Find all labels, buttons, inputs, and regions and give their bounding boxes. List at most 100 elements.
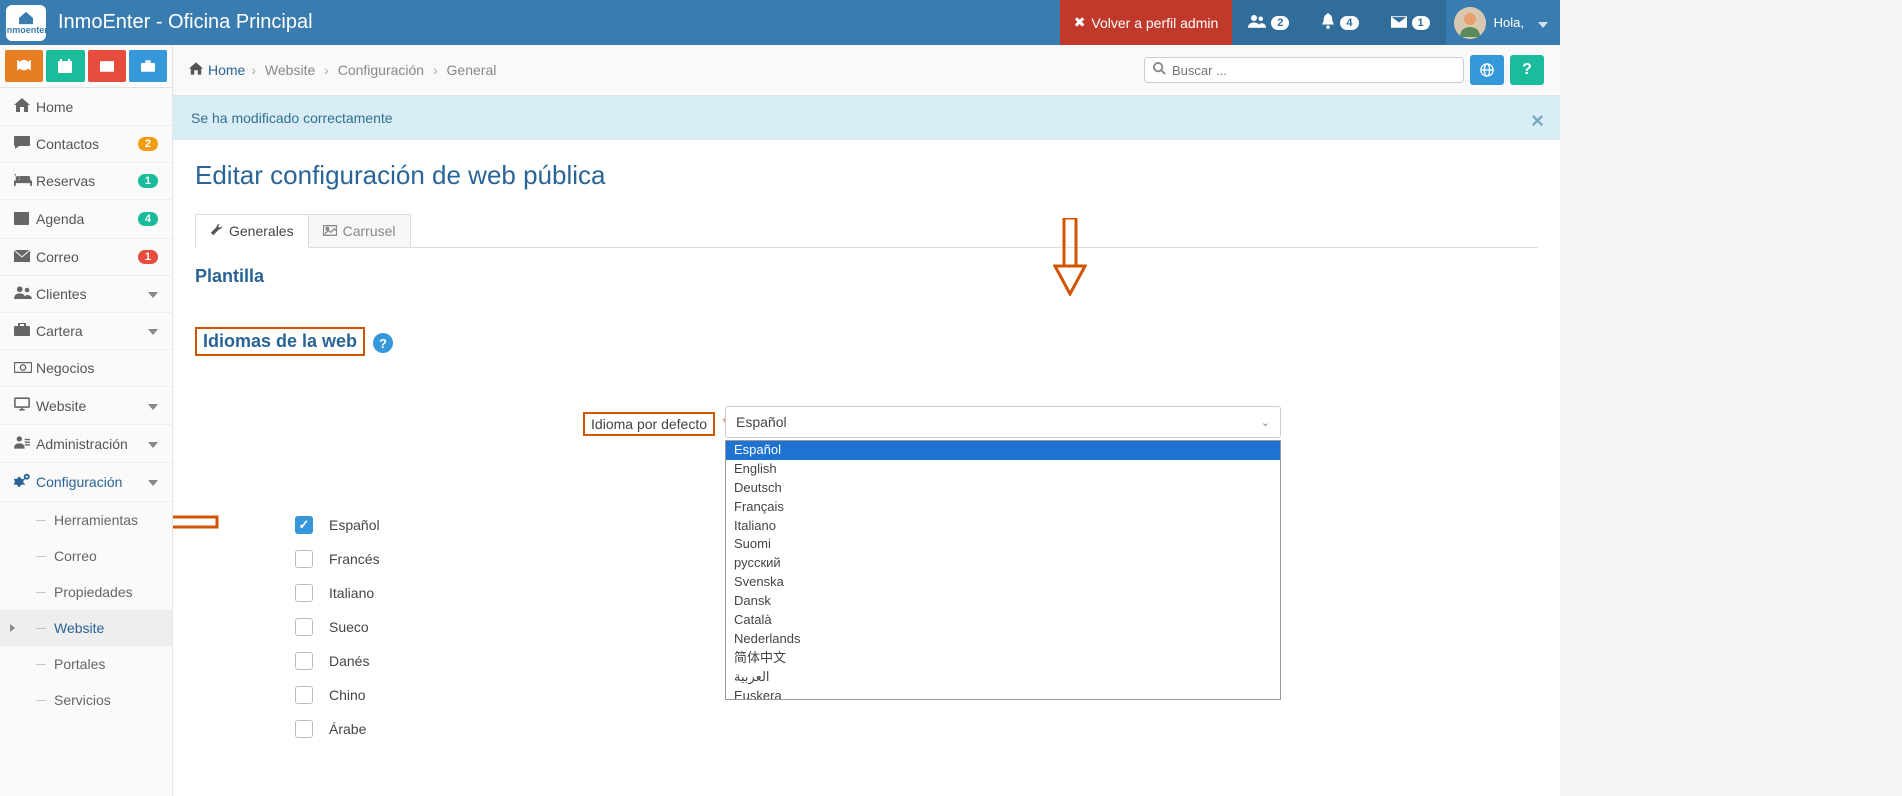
checkbox-icon[interactable] — [295, 516, 313, 534]
checkbox-icon[interactable] — [295, 550, 313, 568]
top-users-button[interactable]: 2 — [1232, 0, 1305, 45]
sidebar-item-cartera[interactable]: Cartera — [0, 313, 172, 350]
dash-icon: — — [36, 623, 46, 634]
checkbox-label: Danés — [329, 653, 369, 669]
lang-checkbox-chino[interactable]: Chino — [295, 678, 545, 712]
sidebar-item-negocios[interactable]: Negocios — [0, 350, 172, 387]
sidebar-item-website[interactable]: Website — [0, 387, 172, 425]
user-menu-caret[interactable] — [1538, 15, 1548, 31]
sidebar-item-agenda[interactable]: Agenda4 — [0, 200, 172, 239]
mail-badge: 1 — [1412, 16, 1430, 30]
breadcrumb-item[interactable]: Website — [261, 62, 319, 78]
checkbox-label: Italiano — [329, 585, 374, 601]
close-icon: ✖ — [1074, 14, 1086, 31]
lang-checkbox-árabe[interactable]: Árabe — [295, 712, 805, 746]
dropdown-option[interactable]: русский — [726, 554, 1280, 573]
users-icon — [14, 286, 36, 302]
logo[interactable]: inmoenter — [6, 5, 46, 41]
dropdown-option[interactable]: Deutsch — [726, 479, 1280, 498]
dash-icon: — — [36, 587, 46, 598]
dropdown-idiomas[interactable]: EspañolEnglishDeutschFrançaisItalianoSuo… — [725, 440, 1281, 700]
sidebar-quick-toolbar — [0, 45, 172, 88]
breadcrumb-item[interactable]: General — [443, 62, 497, 78]
sidebar-badge: 4 — [138, 212, 158, 226]
bed-icon — [14, 173, 36, 189]
top-mail-button[interactable]: 1 — [1375, 0, 1446, 45]
sidebar-sub-website[interactable]: — Website — [0, 610, 172, 646]
sidebar-sub-propiedades[interactable]: —Propiedades — [0, 574, 172, 610]
dropdown-option[interactable]: Italiano — [726, 517, 1280, 536]
sidebar-item-label: Agenda — [36, 211, 138, 227]
sidebar-item-contactos[interactable]: Contactos2 — [0, 126, 172, 163]
sidebar-sub-label: Website — [54, 620, 104, 636]
sidebar-item-correo[interactable]: Correo1 — [0, 239, 172, 276]
briefcase-icon — [14, 323, 36, 339]
breadcrumb-separator: › — [433, 62, 438, 78]
dropdown-option[interactable]: Dansk — [726, 592, 1280, 611]
monitor-icon — [14, 397, 36, 414]
dropdown-option[interactable]: Suomi — [726, 535, 1280, 554]
quick-mail-button[interactable] — [88, 50, 126, 82]
active-indicator-icon — [10, 624, 15, 632]
lang-checkbox-sueco[interactable]: Sueco — [295, 610, 545, 644]
dropdown-option[interactable]: Español — [726, 441, 1280, 460]
users-badge: 2 — [1271, 16, 1289, 30]
top-notifications-button[interactable]: 4 — [1305, 0, 1374, 45]
user-avatar[interactable] — [1454, 7, 1486, 39]
wrench-icon — [210, 223, 223, 239]
sidebar-sub-servicios[interactable]: —Servicios — [0, 682, 172, 718]
dropdown-option[interactable]: العربية — [726, 668, 1280, 687]
sidebar-item-configuracion[interactable]: Configuración — [0, 463, 172, 502]
home-icon — [189, 62, 203, 78]
dropdown-option[interactable]: Svenska — [726, 573, 1280, 592]
back-to-admin-button[interactable]: ✖ Volver a perfil admin — [1060, 0, 1233, 45]
checkbox-icon[interactable] — [295, 618, 313, 636]
tab-generales[interactable]: Generales — [195, 214, 309, 248]
breadcrumb-separator: › — [324, 62, 329, 78]
sidebar-item-label: Reservas — [36, 173, 138, 189]
sidebar-badge: 2 — [138, 137, 158, 151]
sidebar-sub-herramientas[interactable]: —Herramientas — [0, 502, 172, 538]
flash-close-button[interactable]: × — [1531, 108, 1544, 134]
dropdown-option[interactable]: Nederlands — [726, 630, 1280, 649]
lang-checkbox-francés[interactable]: Francés — [295, 542, 545, 576]
sidebar-item-label: Contactos — [36, 136, 138, 152]
search-input[interactable] — [1172, 63, 1455, 78]
checkbox-icon[interactable] — [295, 584, 313, 602]
sidebar: HomeContactos2Reservas1Agenda4Correo1Cli… — [0, 45, 173, 796]
checkbox-icon[interactable] — [295, 720, 313, 738]
sidebar-item-administracion[interactable]: Administración — [0, 425, 172, 463]
dropdown-option[interactable]: English — [726, 460, 1280, 479]
sidebar-sub-portales[interactable]: —Portales — [0, 646, 172, 682]
dropdown-option[interactable]: 简体中文 — [726, 649, 1280, 668]
select-idioma-defecto[interactable]: Español ⌄ — [725, 406, 1281, 438]
dropdown-option[interactable]: Français — [726, 498, 1280, 517]
quick-briefcase-button[interactable] — [129, 50, 167, 82]
comment-icon — [14, 136, 36, 152]
checkbox-label: Árabe — [329, 721, 366, 737]
chevron-down-icon — [148, 399, 158, 413]
checkbox-icon[interactable] — [295, 652, 313, 670]
checkbox-icon[interactable] — [295, 686, 313, 704]
sidebar-sub-label: Portales — [54, 656, 105, 672]
search-input-wrap[interactable] — [1144, 57, 1464, 83]
breadcrumb-item[interactable]: Configuración — [334, 62, 428, 78]
sidebar-item-label: Administración — [36, 436, 148, 452]
sidebar-item-reservas[interactable]: Reservas1 — [0, 163, 172, 200]
page-title: Editar configuración de web pública — [195, 160, 1538, 191]
breadcrumb-home[interactable]: Home — [189, 62, 245, 78]
help-question-button[interactable]: ? — [1510, 55, 1544, 85]
breadcrumb-separator: › — [251, 62, 256, 78]
quick-button-1[interactable] — [5, 50, 43, 82]
section-idiomas: Idiomas de la web — [195, 327, 365, 356]
help-globe-button[interactable] — [1470, 55, 1504, 85]
dropdown-option[interactable]: Català — [726, 611, 1280, 630]
help-icon[interactable]: ? — [373, 333, 393, 353]
tab-carrusel[interactable]: Carrusel — [309, 214, 411, 248]
sidebar-item-clientes[interactable]: Clientes — [0, 276, 172, 313]
dropdown-option[interactable]: Euskera — [726, 687, 1280, 700]
sidebar-badge: 1 — [138, 174, 158, 188]
sidebar-sub-correo[interactable]: —Correo — [0, 538, 172, 574]
sidebar-item-home[interactable]: Home — [0, 88, 172, 126]
quick-calendar-button[interactable] — [46, 50, 84, 82]
